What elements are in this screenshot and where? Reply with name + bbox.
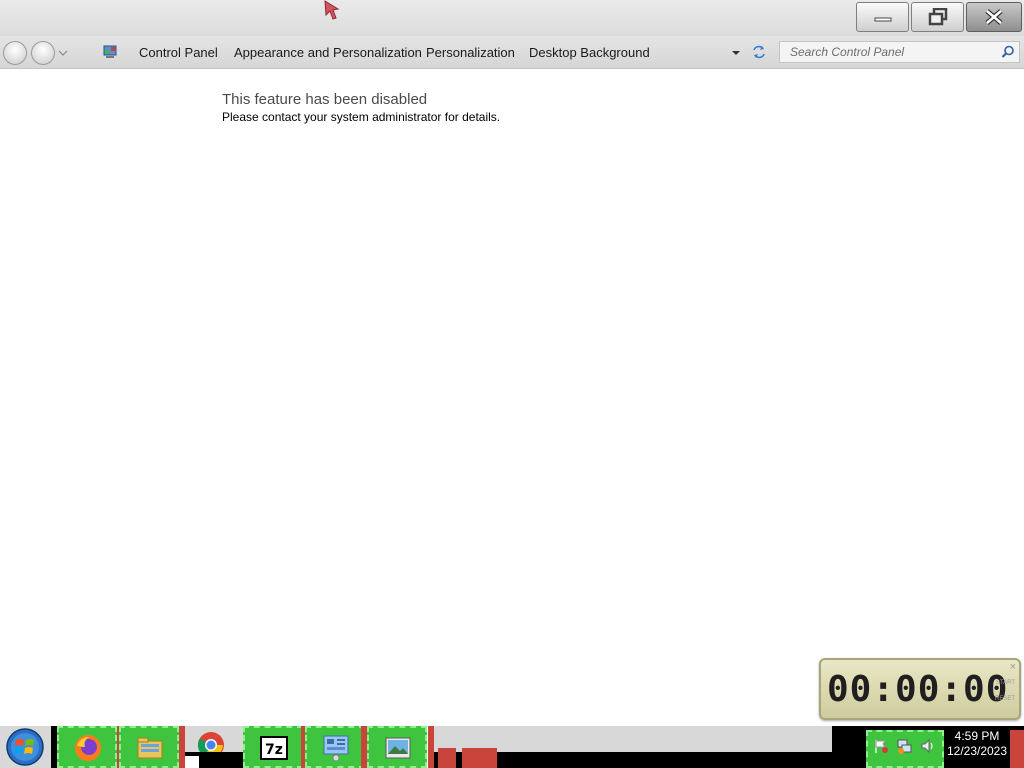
- stopwatch-reset-button[interactable]: RESET: [995, 696, 1015, 702]
- taskbar-divider: [428, 726, 434, 768]
- back-button[interactable]: [3, 41, 27, 65]
- taskbar-firefox[interactable]: [57, 726, 117, 768]
- stopwatch-gadget[interactable]: 00:00:00 × START RESET: [819, 658, 1021, 720]
- clock-time: 4:59 PM: [954, 729, 1000, 743]
- folder-icon: [137, 737, 163, 759]
- disabled-message-detail: Please contact your system administrator…: [222, 110, 501, 124]
- volume-icon[interactable]: [920, 738, 936, 754]
- taskbar-image-viewer[interactable]: [367, 726, 427, 768]
- address-history-dropdown-icon[interactable]: [731, 48, 741, 58]
- gadget-close-button[interactable]: ×: [1010, 661, 1016, 673]
- taskbar-marker: [438, 748, 456, 768]
- search-input[interactable]: [780, 42, 1005, 62]
- start-button[interactable]: [4, 727, 46, 767]
- firefox-icon: [75, 735, 101, 761]
- navigation-bar: Control Panel Appearance and Personaliza…: [0, 36, 1024, 69]
- stopwatch-display: 00:00:00: [827, 669, 1009, 710]
- control-panel-icon: [323, 735, 349, 762]
- recent-pages-dropdown-icon[interactable]: [58, 48, 68, 58]
- disabled-message-title: This feature has been disabled: [222, 91, 428, 108]
- stopwatch-start-button[interactable]: START: [996, 680, 1015, 686]
- minimize-icon: [874, 17, 891, 22]
- 7zip-icon-label: 7z: [265, 742, 283, 758]
- refresh-icon[interactable]: [751, 44, 767, 60]
- 7zip-icon: 7z: [260, 736, 288, 760]
- close-icon: [985, 9, 1003, 25]
- control-panel-icon: [103, 45, 117, 58]
- picture-icon: [385, 737, 411, 759]
- taskbar-control-panel[interactable]: [305, 726, 365, 768]
- action-center-flag-icon[interactable]: [873, 738, 889, 754]
- taskbar-7zip[interactable]: 7z: [243, 726, 303, 768]
- clock-date: 12/23/2023: [946, 744, 1008, 758]
- taskbar-marker: [462, 748, 497, 768]
- breadcrumb-appearance-personalization[interactable]: Appearance and Personalization: [234, 45, 422, 60]
- window-titlebar[interactable]: [0, 0, 1024, 36]
- search-box[interactable]: [779, 41, 1020, 63]
- mouse-pointer-icon: [324, 0, 340, 20]
- forward-button[interactable]: [31, 41, 55, 65]
- breadcrumb-control-panel[interactable]: Control Panel: [139, 45, 218, 60]
- close-button[interactable]: [966, 2, 1022, 32]
- restore-icon: [928, 8, 947, 26]
- breadcrumb-desktop-background[interactable]: Desktop Background: [529, 45, 650, 60]
- search-icon[interactable]: [1001, 45, 1015, 59]
- taskbar-file-explorer[interactable]: [119, 726, 179, 768]
- minimize-button[interactable]: [856, 2, 909, 32]
- restore-button[interactable]: [911, 2, 964, 32]
- show-desktop-button[interactable]: [1010, 730, 1024, 768]
- taskbar-clock[interactable]: 4:59 PM 12/23/2023: [944, 729, 1010, 768]
- breadcrumb-personalization[interactable]: Personalization: [426, 45, 515, 60]
- network-icon[interactable]: [896, 738, 912, 754]
- taskbar-white-mark: [185, 756, 199, 768]
